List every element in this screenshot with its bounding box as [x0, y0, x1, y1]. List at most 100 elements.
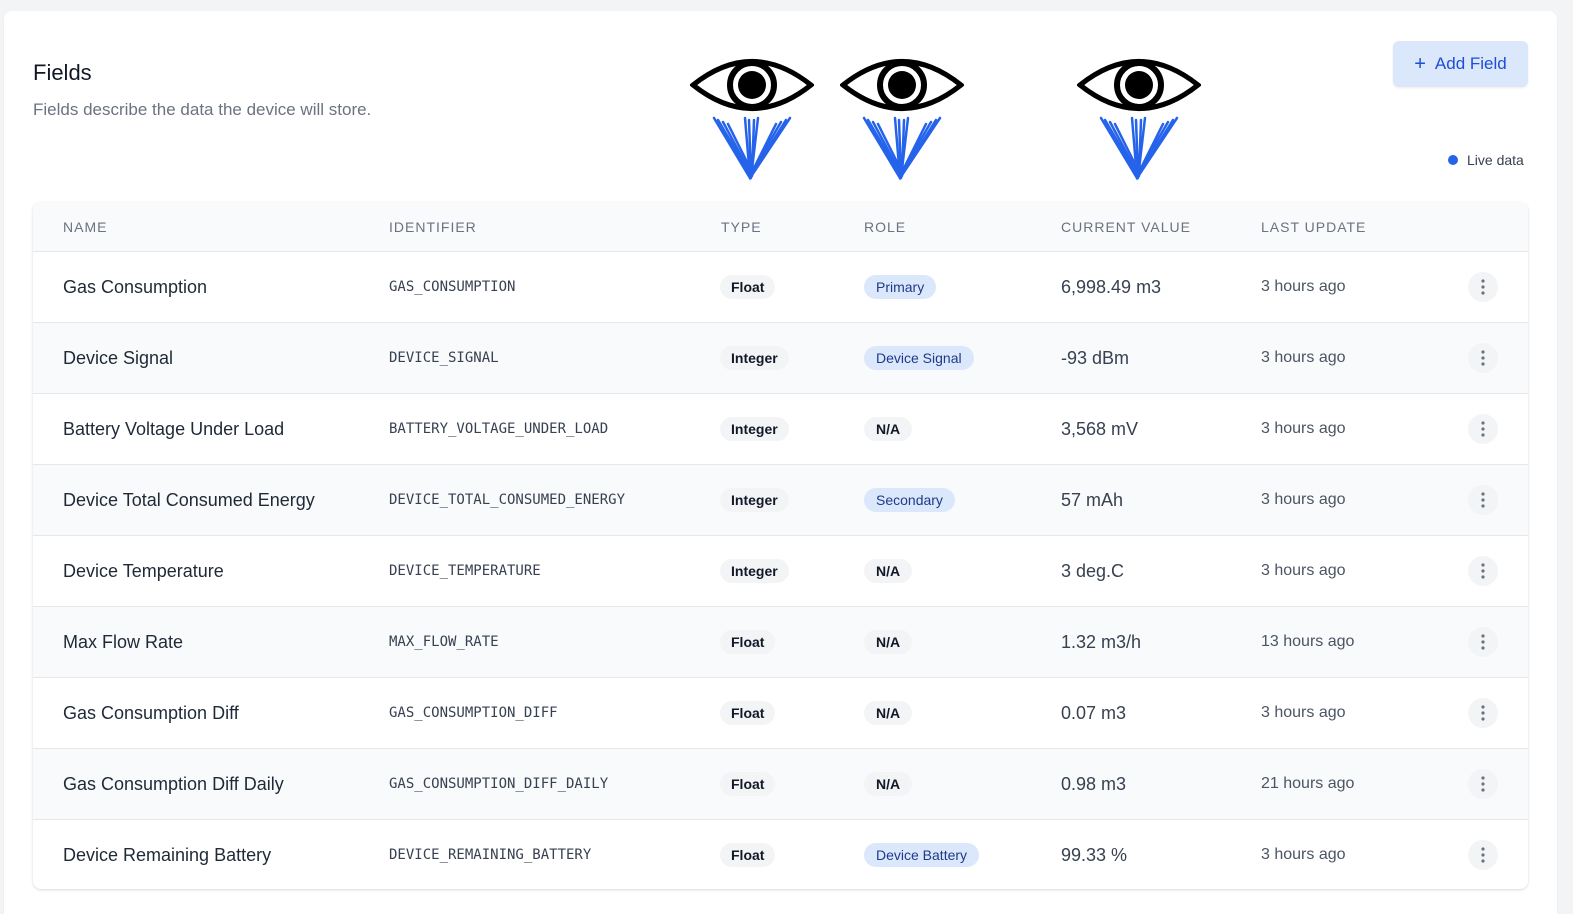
row-menu-button[interactable]	[1468, 414, 1498, 444]
type-badge: Integer	[720, 346, 789, 370]
role-badge: N/A	[864, 701, 913, 725]
table-row[interactable]: Gas Consumption Diff Daily GAS_CONSUMPTIO…	[33, 749, 1528, 820]
role-badge-cell: N/A	[864, 536, 913, 606]
field-name: Gas Consumption Diff Daily	[63, 773, 284, 794]
field-identifier: MAX_FLOW_RATE	[389, 634, 499, 650]
field-identifier: GAS_CONSUMPTION_DIFF	[389, 705, 558, 721]
field-identifier: DEVICE_SIGNAL	[389, 350, 499, 366]
current-value-cell: -93 dBm	[1061, 323, 1129, 393]
more-vertical-icon	[1481, 421, 1485, 437]
current-value-cell: 99.33 %	[1061, 820, 1127, 889]
field-identifier: DEVICE_TEMPERATURE	[389, 563, 541, 579]
last-update: 3 hours ago	[1261, 349, 1346, 366]
more-vertical-icon	[1481, 634, 1485, 650]
type-badge: Float	[720, 630, 776, 654]
row-menu-button[interactable]	[1468, 272, 1498, 302]
field-name-cell: Device Total Consumed Energy	[63, 465, 315, 535]
type-badge: Integer	[720, 488, 789, 512]
type-badge-cell: Integer	[720, 465, 789, 535]
live-dot-icon	[1448, 155, 1458, 165]
row-menu-button[interactable]	[1468, 698, 1498, 728]
column-header-type: TYPE	[721, 219, 762, 235]
current-value-cell: 3,568 mV	[1061, 394, 1138, 464]
row-menu-button[interactable]	[1468, 627, 1498, 657]
field-name: Device Remaining Battery	[63, 844, 272, 865]
current-value-cell: 1.32 m3/h	[1061, 607, 1141, 677]
current-value: 57 mAh	[1061, 489, 1124, 510]
row-menu-button[interactable]	[1468, 485, 1498, 515]
field-identifier: GAS_CONSUMPTION_DIFF_DAILY	[389, 776, 609, 792]
table-row[interactable]: Battery Voltage Under Load BATTERY_VOLTAG…	[33, 394, 1528, 465]
row-menu-button[interactable]	[1468, 343, 1498, 373]
field-name: Max Flow Rate	[63, 631, 184, 652]
more-vertical-icon	[1481, 492, 1485, 508]
type-badge: Float	[720, 701, 776, 725]
type-badge-cell: Integer	[720, 323, 789, 393]
field-identifier: DEVICE_REMAINING_BATTERY	[389, 847, 592, 863]
table-row[interactable]: Device Temperature DEVICE_TEMPERATURE Inte…	[33, 536, 1528, 607]
current-value: -93 dBm	[1061, 347, 1130, 368]
role-badge-cell: N/A	[864, 749, 913, 819]
role-badge-cell: Device Battery	[864, 820, 980, 889]
field-name: Battery Voltage Under Load	[63, 418, 285, 439]
current-value: 0.98 m3	[1061, 773, 1127, 794]
current-value-cell: 0.07 m3	[1061, 678, 1126, 748]
field-name: Device Temperature	[63, 560, 224, 581]
field-name-cell: Gas Consumption	[63, 252, 207, 322]
column-header-role: ROLE	[864, 219, 907, 235]
last-update: 3 hours ago	[1261, 420, 1346, 437]
last-update: 13 hours ago	[1261, 633, 1355, 650]
eye-arrow-icon	[838, 50, 966, 185]
type-badge: Float	[720, 275, 776, 299]
column-header-identifier: IDENTIFIER	[389, 219, 477, 235]
type-badge: Integer	[720, 559, 789, 583]
role-badge-cell: Secondary	[864, 465, 955, 535]
row-menu-cell	[1468, 465, 1498, 535]
role-badge: N/A	[864, 417, 913, 441]
row-menu-cell	[1468, 678, 1498, 748]
table-row[interactable]: Max Flow Rate MAX_FLOW_RATE Float N/A 1.32 m…	[33, 607, 1528, 678]
add-field-button[interactable]: + Add Field	[1393, 41, 1528, 87]
last-update: 21 hours ago	[1261, 775, 1355, 792]
more-vertical-icon	[1481, 563, 1485, 579]
eye-arrow-icon	[1075, 50, 1203, 185]
row-menu-cell	[1468, 607, 1498, 677]
add-field-label: Add Field	[1434, 54, 1507, 73]
row-menu-button[interactable]	[1468, 769, 1498, 799]
last-update-cell: 3 hours ago	[1261, 820, 1346, 889]
current-value: 99.33 %	[1061, 844, 1128, 865]
table-row[interactable]: Device Remaining Battery DEVICE_REMAINING…	[33, 820, 1528, 889]
row-menu-button[interactable]	[1468, 840, 1498, 870]
role-badge-cell: Device Signal	[864, 323, 974, 393]
field-name-cell: Gas Consumption Diff Daily	[63, 749, 284, 819]
more-vertical-icon	[1481, 279, 1485, 295]
last-update: 3 hours ago	[1261, 491, 1346, 508]
type-badge-cell: Float	[720, 749, 776, 819]
field-name-cell: Gas Consumption Diff	[63, 678, 239, 748]
column-header-last-update: LAST UPDATE	[1261, 219, 1367, 235]
role-badge-cell: Primary	[864, 252, 937, 322]
field-identifier: DEVICE_TOTAL_CONSUMED_ENERGY	[389, 492, 626, 508]
table-row[interactable]: Gas Consumption GAS_CONSUMPTION Float Prima…	[33, 252, 1528, 323]
table-row[interactable]: Device Total Consumed Energy DEVICE_TOTAL…	[33, 465, 1528, 536]
table-row[interactable]: Gas Consumption Diff GAS_CONSUMPTION_DIFF…	[33, 678, 1528, 749]
current-value: 1.32 m3/h	[1061, 631, 1142, 652]
last-update-cell: 13 hours ago	[1261, 607, 1354, 677]
role-badge: N/A	[864, 772, 913, 796]
current-value-cell: 6,998.49 m3	[1061, 252, 1161, 322]
column-header-name: NAME	[63, 219, 108, 235]
type-badge: Integer	[720, 417, 789, 441]
last-update-cell: 21 hours ago	[1261, 749, 1354, 819]
role-badge-cell: N/A	[864, 394, 913, 464]
type-badge-cell: Float	[720, 252, 776, 322]
last-update: 3 hours ago	[1261, 704, 1346, 721]
type-badge: Float	[720, 772, 776, 796]
row-menu-button[interactable]	[1468, 556, 1498, 586]
row-menu-cell	[1468, 749, 1498, 819]
table-row[interactable]: Device Signal DEVICE_SIGNAL Integer Device …	[33, 323, 1528, 394]
more-vertical-icon	[1481, 350, 1485, 366]
row-menu-cell	[1468, 536, 1498, 606]
page-subtitle: Fields describe the data the device will…	[33, 100, 372, 119]
row-menu-cell	[1468, 394, 1498, 464]
field-identifier-cell: MAX_FLOW_RATE	[389, 607, 499, 677]
